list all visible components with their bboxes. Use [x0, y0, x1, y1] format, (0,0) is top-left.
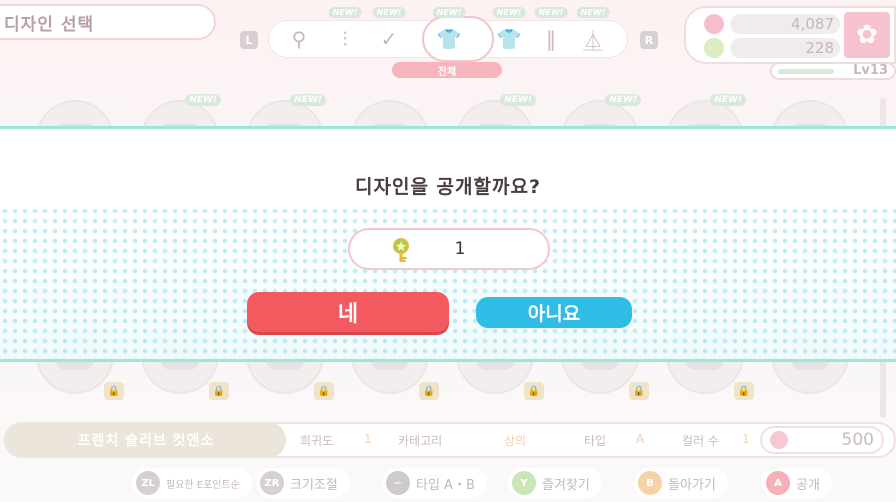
- lock-icon: 🔒: [734, 382, 754, 400]
- shoulder-button-right[interactable]: R: [640, 31, 658, 49]
- category-tab-earrings[interactable]: NEW! ⫶: [324, 7, 366, 58]
- lock-icon: 🔒: [419, 382, 439, 400]
- new-badge: NEW!: [500, 94, 536, 106]
- new-badge: NEW!: [605, 94, 641, 106]
- control-hint-label: 크기조절: [290, 477, 338, 493]
- category-tab-all-clothes[interactable]: NEW! 👕: [428, 7, 470, 58]
- type-value: A: [636, 432, 645, 446]
- level-indicator: Lv13: [770, 62, 896, 80]
- control-hint[interactable]: A 공개: [762, 468, 832, 498]
- all-clothes-icon: 👕: [436, 27, 462, 51]
- color-count-label: 컬러 수: [682, 434, 719, 448]
- controller-button-icon: −: [386, 471, 410, 495]
- controller-button-icon: A: [766, 471, 790, 495]
- required-points-value: 500: [841, 430, 874, 450]
- category-tab-glasses[interactable]: ⚲: [278, 20, 320, 58]
- category-tab-check[interactable]: NEW! ✓: [368, 7, 410, 58]
- dress-icon: ⏅: [583, 28, 603, 53]
- check-icon: ✓: [380, 27, 398, 51]
- control-hint-label: 필요한 E포인트순: [166, 479, 240, 491]
- lock-icon: 🔒: [314, 382, 334, 400]
- control-hint[interactable]: ZR 크기조절: [256, 468, 350, 498]
- category-info-value: 상의: [504, 434, 527, 448]
- level-progress-bar: [778, 69, 834, 74]
- new-badge: NEW!: [328, 7, 362, 18]
- lock-icon: 🔒: [104, 382, 124, 400]
- control-hint[interactable]: − 타입 A・B: [382, 468, 487, 498]
- controller-button-icon: ZR: [260, 471, 284, 495]
- new-badge: NEW!: [534, 7, 568, 18]
- shoulder-button-left[interactable]: L: [240, 31, 258, 49]
- control-hint-label: 즐겨찾기: [542, 477, 590, 493]
- controller-button-icon: ZL: [136, 471, 160, 495]
- control-hint-label: 공개: [796, 477, 820, 493]
- yes-button[interactable]: 네: [247, 292, 449, 332]
- key-count: 228: [730, 38, 840, 58]
- new-badge: NEW!: [576, 7, 610, 18]
- item-name: 프렌치 슬리브 컷앤소: [6, 422, 286, 458]
- star-coin-count: 4,087: [730, 14, 840, 34]
- control-hint[interactable]: Y 즐겨찾기: [508, 468, 602, 498]
- dialog-message: 디자인을 공개할까요?: [355, 176, 541, 198]
- cost-value: 1: [454, 239, 466, 259]
- category-selected-label: 전체: [392, 62, 502, 78]
- new-badge: NEW!: [185, 94, 221, 106]
- color-count-value: 1: [742, 432, 750, 446]
- player-avatar[interactable]: ✿: [844, 12, 890, 58]
- new-badge: NEW!: [710, 94, 746, 106]
- star-coin-icon: [704, 14, 724, 34]
- glasses-icon: ⚲: [291, 27, 307, 51]
- no-button[interactable]: 아니요: [476, 297, 632, 328]
- controller-button-icon: B: [638, 471, 662, 495]
- tshirt-icon: 👕: [496, 27, 522, 51]
- new-badge: NEW!: [290, 94, 326, 106]
- rarity-value: 1: [364, 432, 372, 446]
- control-hint-label: 타입 A・B: [416, 477, 475, 493]
- required-points: 500: [760, 426, 884, 454]
- control-hint[interactable]: B 돌아가기: [634, 468, 728, 498]
- earrings-icon: ⫶: [342, 27, 348, 51]
- item-info-bar: 프렌치 슬리브 컷앤소 희귀도 1 카테고리 상의 타입 A 컬러 수 1 50…: [4, 422, 896, 458]
- control-hint[interactable]: ZL 필요한 E포인트순: [132, 468, 252, 498]
- control-hint-label: 돌아가기: [668, 477, 716, 493]
- type-label: 타입: [584, 434, 607, 448]
- new-badge: NEW!: [492, 7, 526, 18]
- pants-icon: ‖: [546, 27, 556, 51]
- control-hints-bar: ZL 필요한 E포인트순 ZR 크기조절 − 타입 A・B Y 즐겨찾기 B 돌아가기 A 공개: [0, 466, 896, 500]
- category-tab-tshirt[interactable]: NEW! 👕: [488, 7, 530, 58]
- level-label: Lv13: [853, 63, 888, 78]
- new-badge: NEW!: [372, 7, 406, 18]
- rarity-label: 희귀도: [300, 434, 334, 448]
- lock-icon: 🔒: [629, 382, 649, 400]
- category-tab-dress[interactable]: NEW! ⏅: [572, 7, 614, 58]
- lock-icon: 🔒: [209, 382, 229, 400]
- new-badge: NEW!: [432, 7, 466, 18]
- controller-button-icon: Y: [512, 471, 536, 495]
- category-info-label: 카테고리: [398, 434, 443, 448]
- currency-panel: 4,087 228 ✿: [684, 6, 896, 64]
- screen-title: 디자인 선택: [0, 4, 216, 40]
- key-icon: [704, 38, 724, 58]
- category-tab-pants[interactable]: NEW! ‖: [530, 7, 572, 58]
- cost-display: 1: [348, 228, 550, 270]
- e-point-icon: [770, 431, 788, 449]
- lock-icon: 🔒: [524, 382, 544, 400]
